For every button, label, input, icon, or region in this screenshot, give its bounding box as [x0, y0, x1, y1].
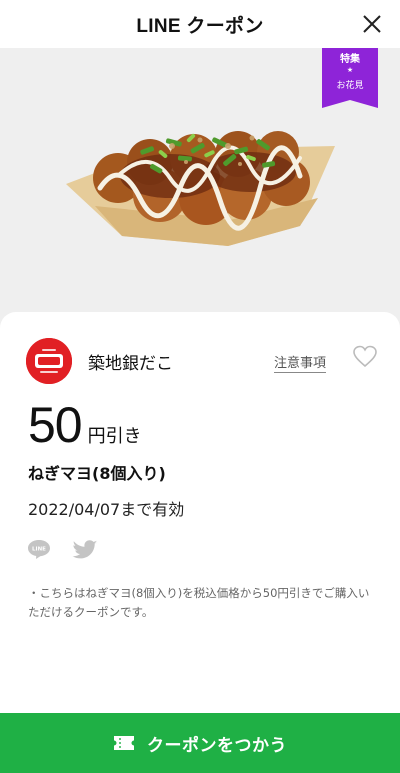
- page-title: LINE クーポン: [136, 15, 264, 37]
- badge-star-icon: ★: [346, 66, 354, 74]
- validity-date: 2022/04/07まで有効: [28, 500, 185, 519]
- feature-badge: 特集 ★ お花見: [322, 48, 378, 108]
- discount-unit: 円引き: [87, 426, 142, 447]
- brand-row: 築地銀だこ 注意事項: [26, 338, 378, 384]
- close-icon[interactable]: [358, 10, 386, 38]
- line-share-icon[interactable]: LINE: [26, 538, 52, 560]
- coupon-card: 築地銀だこ 注意事項 50 円引き ねぎマヨ(8個入り) 2022/04/07ま…: [0, 312, 400, 712]
- svg-text:LINE: LINE: [32, 547, 46, 553]
- notes-link[interactable]: 注意事項: [273, 352, 326, 373]
- discount-value: 50: [28, 397, 83, 453]
- ticket-icon: [114, 736, 134, 750]
- brand-name: 築地銀だこ: [88, 353, 173, 374]
- badge-label-top: 特集: [340, 54, 360, 65]
- heart-icon[interactable]: [352, 344, 378, 370]
- discount-amount: 50 円引き: [28, 396, 142, 454]
- use-coupon-button[interactable]: クーポンをつかう: [0, 713, 400, 773]
- brand-logo: [26, 338, 72, 384]
- use-coupon-label: クーポンをつかう: [147, 735, 287, 756]
- share-row: LINE: [26, 538, 98, 560]
- terms-text: ・こちらはねぎマヨ(8個入り)を税込価格から50円引きでご購入いただけるクーポン…: [28, 586, 370, 619]
- twitter-share-icon[interactable]: [72, 538, 98, 560]
- hero-image: 特集 ★ お花見: [0, 48, 400, 348]
- badge-label-bottom: お花見: [336, 81, 364, 91]
- header-bar: LINE クーポン: [0, 0, 400, 48]
- product-name: ねぎマヨ(8個入り): [28, 464, 166, 483]
